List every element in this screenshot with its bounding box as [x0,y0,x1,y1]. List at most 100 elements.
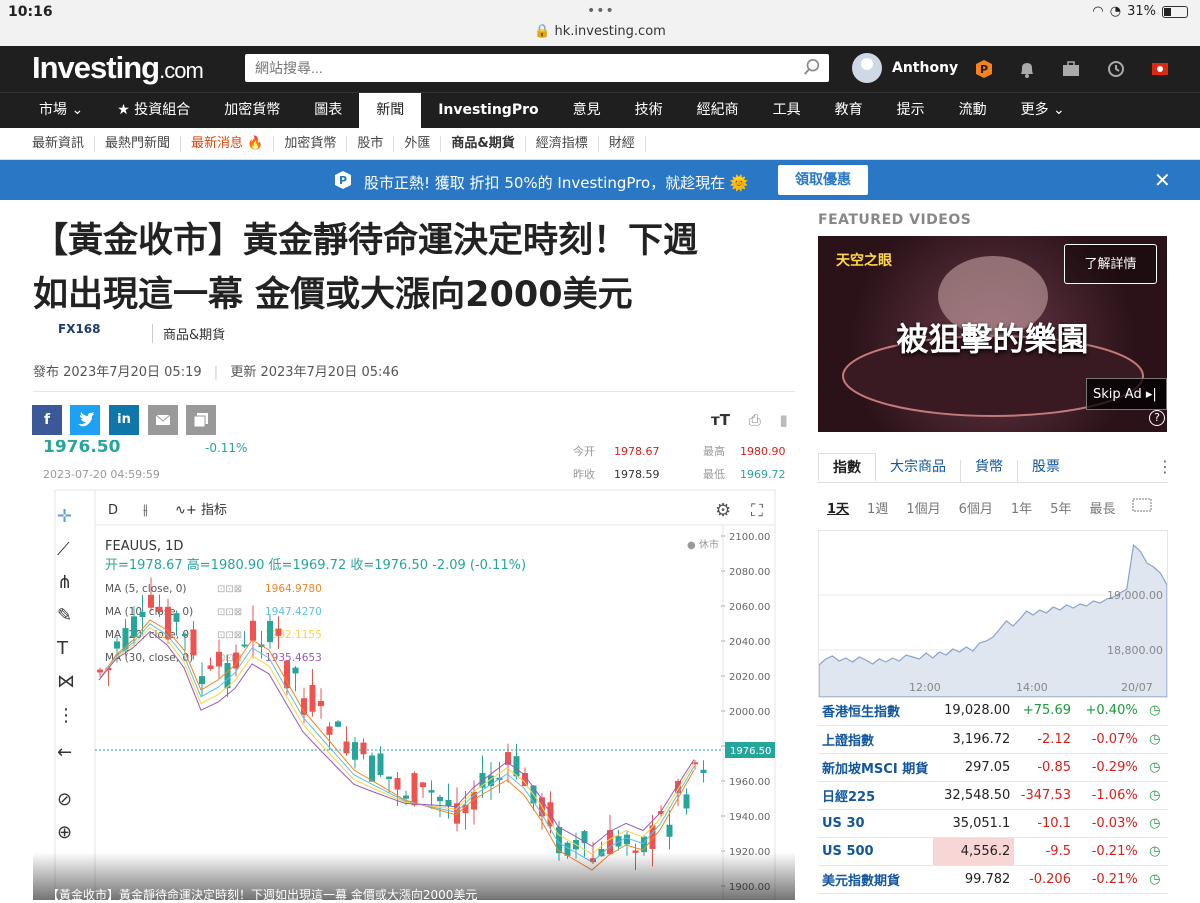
user-name[interactable]: Anthony [892,60,958,76]
subnav-item-2[interactable]: 最新消息 🔥 [181,136,275,152]
candle-body [437,796,443,802]
bookmark-icon[interactable]: ▮ [780,411,788,429]
range-4[interactable]: 1年 [1002,498,1041,517]
market-tab-3[interactable]: 股票 [1017,460,1074,482]
quote-last: 99.782 [933,865,1015,894]
learn-more-button[interactable]: 了解詳情 [1064,244,1157,284]
nav-item-4[interactable]: 新聞 [359,93,422,129]
quote-name[interactable]: 香港恒生指數 [818,697,934,726]
nav-item-0[interactable]: 市場 ⌄ [22,93,100,129]
investing-logo[interactable]: Investing.com [32,50,204,86]
nav-item-6[interactable]: 意見 [556,93,618,129]
subnav-item-1[interactable]: 最熱門新聞 [95,136,182,152]
article-headline: 【黃金收市】黃金靜待命運決定時刻！下週 如出現這一幕 金價或大漲向2000美元 [33,214,793,322]
nav-item-2[interactable]: 加密貨幣 [207,93,297,129]
subnav-item-0[interactable]: 最新資訊 [22,136,96,152]
ma-label: MA (10, close, 0) [105,606,193,618]
nav-item-8[interactable]: 經紀商 [680,93,756,129]
tv-chart-type-icon: ⫲ [143,502,148,518]
tv-settings-icon: ⚙ [715,500,731,521]
quote-change: -0.85 [1014,753,1075,782]
hk-flag-icon[interactable] [1150,59,1170,79]
back-arrow-icon: ← [57,742,72,763]
subnav-item-7[interactable]: 經濟指標 [526,136,599,152]
candle-body [182,634,188,637]
candle-body [352,742,358,760]
facebook-share-button[interactable]: f [32,405,62,435]
market-tab-2[interactable]: 貨幣 [960,460,1017,482]
more-options-icon[interactable]: ⋮ [1157,457,1173,476]
candle-body [343,741,350,754]
table-row[interactable]: 美元指數期貨 99.782 -0.206 -0.21% ◷ [818,865,1168,894]
copy-share-button[interactable] [186,405,216,435]
table-row[interactable]: 日經225 32,548.50 -347.53 -1.06% ◷ [818,781,1168,810]
range-1[interactable]: 1週 [858,498,897,517]
subnav-item-5[interactable]: 外匯 [394,136,442,152]
range-0[interactable]: 1天 [818,498,858,517]
quote-name[interactable]: 上證指數 [818,725,934,754]
email-share-button[interactable] [148,405,178,435]
chart-toggle-icon[interactable] [1132,497,1152,513]
source-logo[interactable]: FX168 [58,322,101,336]
quote-name[interactable]: 新加坡MSCI 期貨 [818,753,934,782]
nav-item-1[interactable]: ★ 投資組合 [100,93,207,129]
search-icon[interactable] [803,58,821,76]
index-mini-chart: 19,000.00 18,800.00 12:00 14:00 20/07 [818,530,1168,698]
headline-line-1: 【黃金收市】黃金靜待命運決定時刻！下週 [33,221,699,261]
table-row[interactable]: 上證指數 3,196.72 -2.12 -0.07% ◷ [818,725,1168,754]
table-row[interactable]: 新加坡MSCI 期貨 297.05 -0.85 -0.29% ◷ [818,753,1168,782]
y-tick-label: 2080.00 [729,567,770,578]
history-icon[interactable] [1106,59,1126,79]
table-row[interactable]: US 500 4,556.2 -9.5 -0.21% ◷ [818,837,1168,866]
font-size-tool[interactable]: ᴛT [711,411,730,429]
range-3[interactable]: 6個月 [950,498,1002,517]
quote-name[interactable]: US 30 [818,809,934,838]
nav-item-12[interactable]: 流動 [942,93,1004,129]
fib-icon: ⋔ [57,572,72,593]
quote-name[interactable]: 美元指數期貨 [818,865,934,894]
quote-last: 4,556.2 [933,837,1015,866]
table-row[interactable]: US 30 35,051.1 -10.1 -0.03% ◷ [818,809,1168,838]
range-5[interactable]: 5年 [1041,498,1080,517]
print-icon[interactable]: ⎙ [749,411,761,429]
nav-item-11[interactable]: 提示 [880,93,942,129]
help-icon[interactable]: ? [1149,410,1165,426]
multitask-dots[interactable]: ••• [587,3,615,19]
subnav-item-3[interactable]: 加密貨幣 [274,136,348,152]
avatar[interactable] [852,53,882,83]
claim-offer-button[interactable]: 領取優惠 [778,165,868,195]
subnav-item-6[interactable]: 商品&期貨 [441,136,526,152]
nav-item-13[interactable]: 更多 ⌄ [1004,93,1082,129]
address-bar[interactable]: 🔒 hk.investing.com [0,24,1200,39]
nav-item-5[interactable]: InvestingPro [421,93,555,129]
close-icon[interactable]: ✕ [1154,168,1171,192]
quote-change: +75.69 [1014,697,1075,726]
subnav-item-4[interactable]: 股市 [347,136,395,152]
nav-item-9[interactable]: 工具 [756,93,818,129]
market-tab-0[interactable]: 指數 [818,453,876,482]
y-tick-label: 2000.00 [729,707,770,718]
market-tab-1[interactable]: 大宗商品 [876,453,960,482]
linkedin-share-button[interactable]: in [109,405,139,435]
search-input[interactable] [245,54,829,82]
skip-ad-button[interactable]: Skip Ad ▸| [1086,378,1167,410]
twitter-share-button[interactable] [70,405,100,435]
quote-percent: -1.06% [1074,781,1142,810]
range-6[interactable]: 最長 [1080,498,1124,517]
investingpro-icon[interactable]: P [974,59,994,79]
nav-item-7[interactable]: 技術 [618,93,680,129]
range-2[interactable]: 1個月 [897,498,949,517]
tv-price: 1976.50 [43,440,121,457]
quote-name[interactable]: US 500 [818,837,934,866]
portfolio-icon[interactable] [1061,59,1081,79]
nav-item-10[interactable]: 教育 [818,93,880,129]
quote-name[interactable]: 日經225 [818,781,934,810]
bell-icon[interactable] [1017,59,1037,79]
article-category[interactable]: 商品&期貨 [152,324,225,343]
video-ad[interactable]: 天空之眼 了解詳情 被狙擊的樂園 Skip Ad ▸| ? [818,236,1167,432]
nav-item-3[interactable]: 圖表 [297,93,359,129]
subnav-item-8[interactable]: 財經 [599,136,646,152]
candle-body [173,613,180,622]
candle-body [403,795,409,799]
table-row[interactable]: 香港恒生指數 19,028.00 +75.69 +0.40% ◷ [818,697,1168,726]
